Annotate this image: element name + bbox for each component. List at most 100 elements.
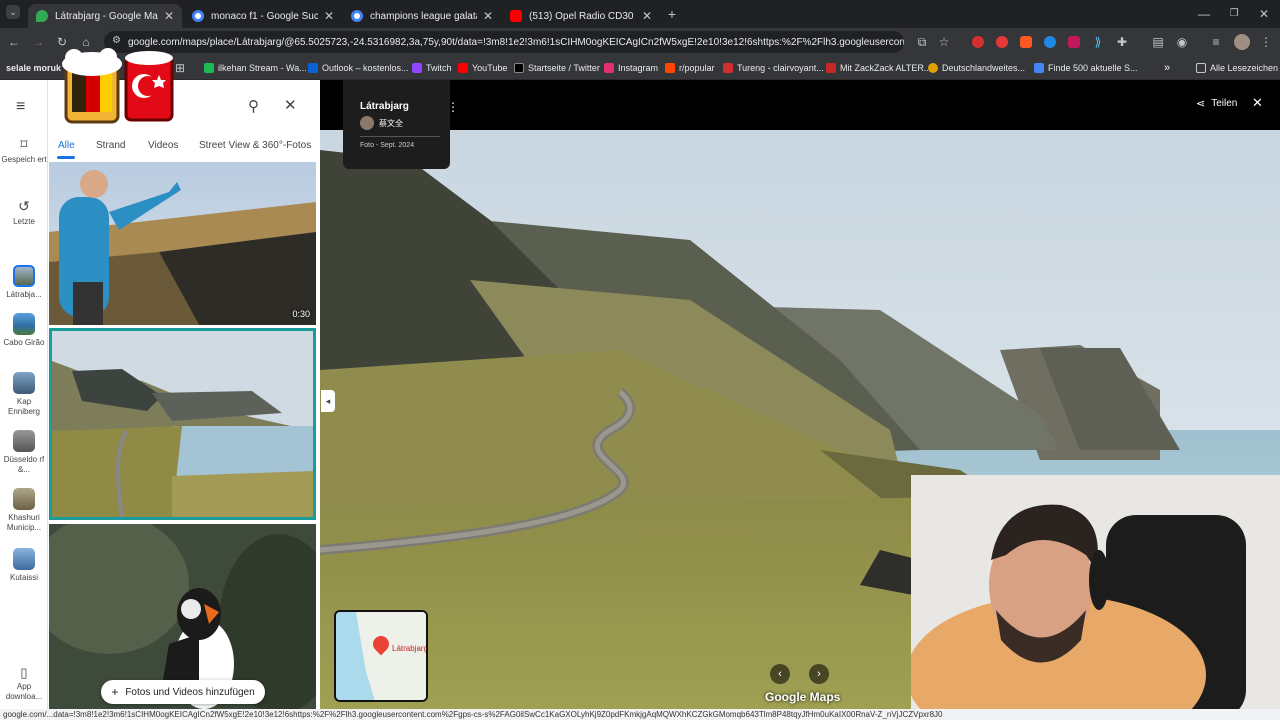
forward-icon[interactable]: → — [30, 34, 46, 50]
add-photos-button[interactable]: + Fotos und Videos hinzufügen — [101, 680, 265, 704]
search-icon[interactable]: ⚲ — [248, 97, 259, 115]
close-icon[interactable]: ✕ — [483, 9, 493, 23]
extensions-puzzle-icon[interactable]: ✚ — [1114, 34, 1130, 50]
tab-youtube[interactable]: (513) Opel Radio CD30 Mp3 Bl... ✕ — [502, 4, 660, 28]
avatar — [360, 116, 374, 130]
place-thumbnail — [13, 548, 35, 570]
bookmark-item[interactable]: Startseite / Twitter — [514, 61, 600, 75]
install-app-icon[interactable]: ⧉ — [914, 34, 930, 50]
tab-strip: ⌄ Látrabjarg - Google Maps ✕ monaco f1 -… — [0, 0, 1280, 28]
video-duration: 0:30 — [292, 309, 310, 319]
bookmark-item[interactable]: Instagram — [604, 61, 658, 75]
photo-thumbnail-selected[interactable] — [49, 328, 316, 520]
avatar[interactable] — [1234, 34, 1250, 50]
bookmark-item[interactable]: YouTube — [458, 61, 507, 75]
extension-icon[interactable] — [1044, 36, 1056, 48]
bookmark-item[interactable]: Twitch — [412, 61, 452, 75]
menu-kebab-icon[interactable]: ⋮ — [1258, 34, 1274, 50]
webcam-overlay — [911, 475, 1280, 720]
bookmarks-overflow-button[interactable]: » — [1164, 61, 1170, 75]
extension-icon[interactable] — [1020, 36, 1032, 48]
browser-toolbar: ← → ↻ ⌂ ⚙ google.com/maps/place/Látrabja… — [0, 28, 1280, 56]
search-box[interactable]: ⚲ ✕ — [48, 48, 320, 130]
rail-item-saved[interactable]: ⌑ Gespeich ert — [0, 136, 48, 165]
bookmark-item[interactable]: r/popular — [665, 61, 715, 75]
sidebar-icon[interactable]: ▤ — [1150, 34, 1166, 50]
hamburger-menu-icon[interactable]: ≡ — [16, 98, 25, 116]
bookmark-item[interactable]: selale moruk — [6, 61, 61, 75]
tab-videos[interactable]: Videos — [148, 140, 178, 151]
extension-icon[interactable] — [972, 36, 984, 48]
bookmark-favicon-icon — [665, 63, 675, 73]
more-options-icon[interactable]: ⋮ — [447, 100, 459, 114]
bookmark-favicon-icon — [204, 63, 214, 73]
rail-item-khashuri[interactable]: Khashuri Municip... — [0, 488, 48, 533]
bookmark-star-icon[interactable]: ☆ — [936, 34, 952, 50]
next-photo-button[interactable]: › — [809, 664, 829, 684]
mini-map[interactable]: Látrabjarg — [334, 610, 428, 702]
tab-champions-league[interactable]: champions league galatasaray ✕ — [343, 4, 501, 28]
maps-pin-icon — [36, 10, 48, 22]
google-maps-logo: Google Maps — [765, 690, 841, 704]
close-icon[interactable]: ✕ — [284, 96, 297, 114]
tab-alle[interactable]: Alle — [58, 140, 75, 151]
all-bookmarks-button[interactable]: Alle Lesezeichen — [1196, 61, 1278, 75]
bookmark-label: selale moruk — [6, 63, 62, 73]
extension-icon[interactable] — [1068, 36, 1080, 48]
previous-photo-button[interactable]: ‹ — [770, 664, 790, 684]
rail-item-latrabjarg[interactable]: Látrabja... — [0, 265, 48, 300]
media-controls-icon[interactable]: ≡ — [1208, 34, 1224, 50]
back-icon[interactable]: ← — [6, 34, 22, 50]
rail-label: Kutaissi — [9, 573, 38, 582]
restore-icon[interactable]: ❐ — [1226, 6, 1242, 22]
bookmark-item[interactable]: Finde 500 aktuelle S... — [1034, 61, 1138, 75]
close-icon[interactable]: ✕ — [164, 9, 174, 23]
bookmark-favicon-icon — [1034, 63, 1044, 73]
bookmark-label: Deutschlandweites... — [942, 63, 1026, 73]
rail-item-duesseldorf[interactable]: Düsseldo rf &... — [0, 430, 48, 475]
tab-google-maps[interactable]: Látrabjarg - Google Maps ✕ — [28, 4, 182, 28]
bookmark-item[interactable]: Mit ZackZack ALTER... — [826, 61, 931, 75]
extension-icon[interactable] — [996, 36, 1008, 48]
rail-item-recent[interactable]: ↺ Letzte — [0, 198, 48, 227]
address-bar[interactable]: ⚙ google.com/maps/place/Látrabjarg/@65.5… — [104, 31, 904, 53]
app-download-button[interactable]: ▯ App downloa... — [0, 665, 48, 702]
rail-item-kutaissi[interactable]: Kutaissi — [0, 548, 48, 583]
close-viewer-button[interactable]: ✕ — [1252, 95, 1263, 111]
window-close-icon[interactable]: ✕ — [1256, 6, 1272, 22]
rail-item-cabo-girao[interactable]: Cabo Girão — [0, 313, 48, 348]
bookmarks-bar: selale moruk ⊞ ilkehan Stream - Wa... Ou… — [0, 56, 1280, 80]
video-thumbnail[interactable]: 0:30 — [49, 162, 316, 325]
divider — [360, 136, 440, 137]
minimize-icon[interactable]: — — [1196, 6, 1212, 22]
rail-label: Kap Enniberg — [7, 397, 41, 416]
extension-icon[interactable]: ⟫ — [1090, 34, 1106, 50]
viewer-header: ⋖ Teilen ✕ — [320, 80, 1280, 130]
rail-item-kap-enniberg[interactable]: Kap Enniberg — [0, 372, 48, 417]
tab-label: Látrabjarg - Google Maps — [55, 10, 158, 22]
tab-label: monaco f1 - Google Suche — [211, 10, 318, 22]
profile-sync-icon[interactable]: ◉ — [1174, 34, 1190, 50]
bookmark-item[interactable]: Tureng - clairvoyant... — [723, 61, 824, 75]
bookmark-item[interactable]: Outlook – kostenlos... — [308, 61, 409, 75]
bookmark-label: Startseite / Twitter — [528, 63, 600, 73]
collapse-panel-button[interactable]: ◂ — [321, 390, 335, 412]
close-icon[interactable]: ✕ — [324, 9, 334, 23]
close-icon[interactable]: ✕ — [642, 9, 652, 23]
photo-date: Foto - Sept. 2024 — [360, 142, 415, 149]
bookmark-item[interactable]: ilkehan Stream - Wa... — [204, 61, 307, 75]
share-icon: ⋖ — [1196, 98, 1206, 110]
share-button[interactable]: ⋖ Teilen — [1196, 97, 1237, 110]
tab-strand[interactable]: Strand — [96, 140, 125, 151]
tab-search-icon[interactable]: ⌄ — [6, 5, 20, 19]
bookmark-item[interactable]: Deutschlandweites... — [928, 61, 1025, 75]
tab-label: champions league galatasaray — [370, 10, 477, 22]
photo-author[interactable]: 蔡文全 — [360, 116, 403, 130]
place-title[interactable]: Látrabjarg — [360, 101, 409, 112]
tab-street-view[interactable]: Street View & 360°-Fotos — [199, 140, 311, 151]
tab-monaco[interactable]: monaco f1 - Google Suche ✕ — [184, 4, 342, 28]
new-tab-button[interactable]: + — [664, 6, 680, 22]
place-thumbnail — [13, 265, 35, 287]
all-bookmarks-label: Alle Lesezeichen — [1210, 63, 1279, 73]
plus-icon: + — [111, 685, 119, 699]
